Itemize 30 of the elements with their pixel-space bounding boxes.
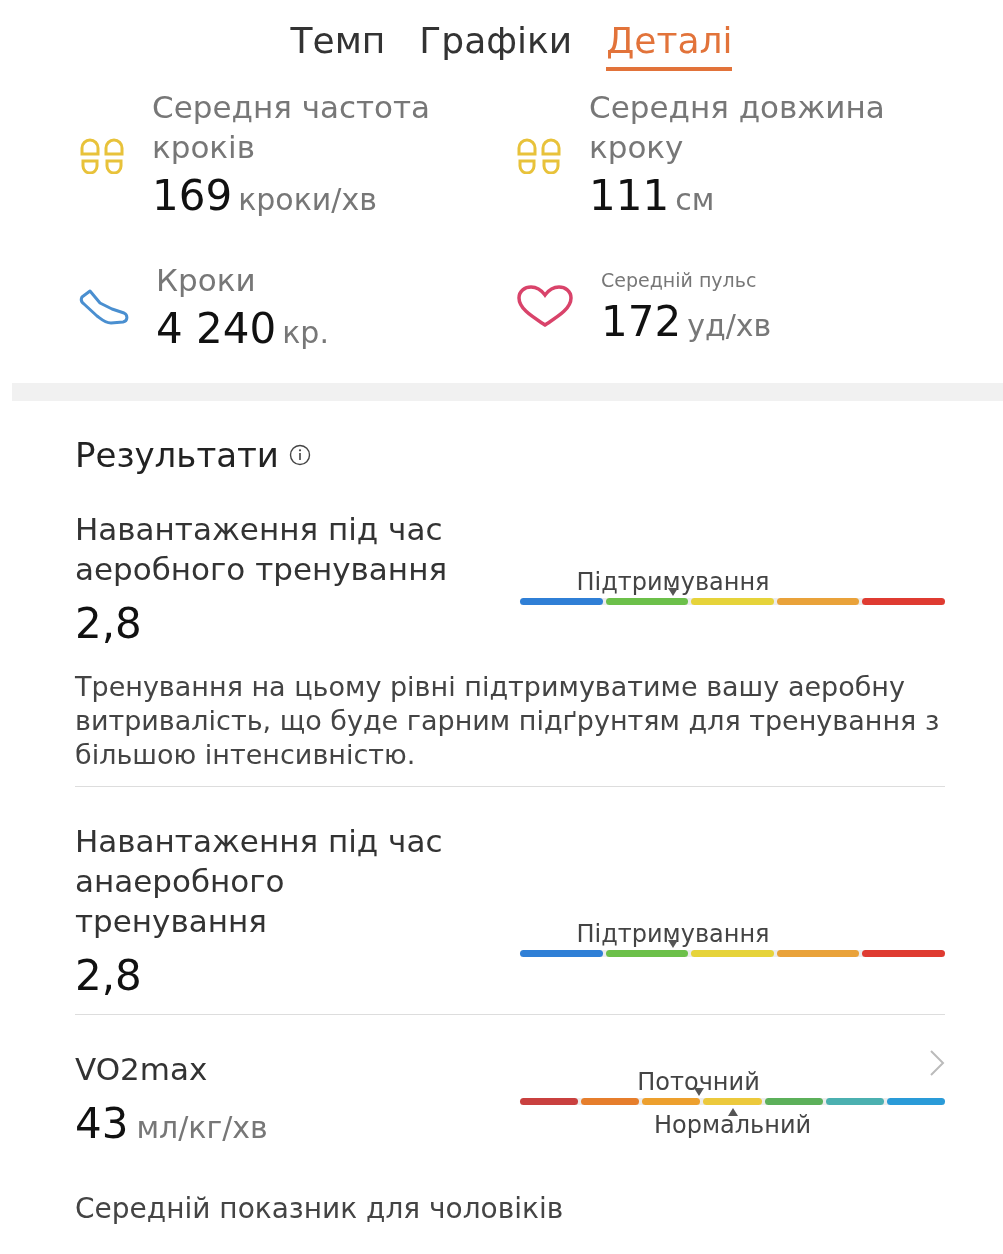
stat-label: Кроки <box>156 261 257 300</box>
scale-label: Нормальний <box>653 1111 812 1139</box>
scale-label: Поточний <box>637 1068 760 1096</box>
tab[interactable]: Графіки <box>419 20 573 71</box>
stat-value: 172 <box>601 297 682 346</box>
stat-label: Середня частота кроків <box>152 88 432 167</box>
metric-value: 2,8 <box>75 951 142 1000</box>
stat-value: 111 <box>589 171 670 220</box>
scale-label: Підтримування <box>576 920 770 948</box>
stat-label: Середній пульс <box>601 268 758 293</box>
metric-title: VO2max <box>75 1050 209 1089</box>
tab[interactable]: Темп <box>290 20 386 71</box>
stat-value: 4 240 <box>156 304 277 353</box>
section-title: Результати <box>75 435 279 475</box>
footnote: Середній показник для чоловіків <box>75 1192 565 1225</box>
stat-unit: уд/хв <box>687 308 772 343</box>
stat-label: Середня довжина кроку <box>589 88 886 167</box>
metric-unit: мл/кг/хв <box>136 1110 268 1145</box>
stat-value: 169 <box>152 171 233 220</box>
scale-label: Підтримування <box>576 568 770 596</box>
stat-unit: см <box>675 182 715 217</box>
description: Тренування на цьому рівні підтримуватиме вашу аеробну витривалість, що буде гарним підґрунтям для тренування з більшою інтенсивністю. <box>75 670 941 772</box>
metric-title: Навантаження під час аеробного тренування <box>75 510 449 589</box>
metric-value: 2,8 <box>75 599 142 648</box>
stat-unit: кр. <box>282 315 329 350</box>
stat-unit: кроки/хв <box>238 182 377 217</box>
metric-title: Навантаження під час анаеробного тренування <box>75 822 444 941</box>
info-icon[interactable] <box>288 444 311 466</box>
heart-icon <box>515 284 575 329</box>
metric-value: 43 <box>75 1099 129 1148</box>
